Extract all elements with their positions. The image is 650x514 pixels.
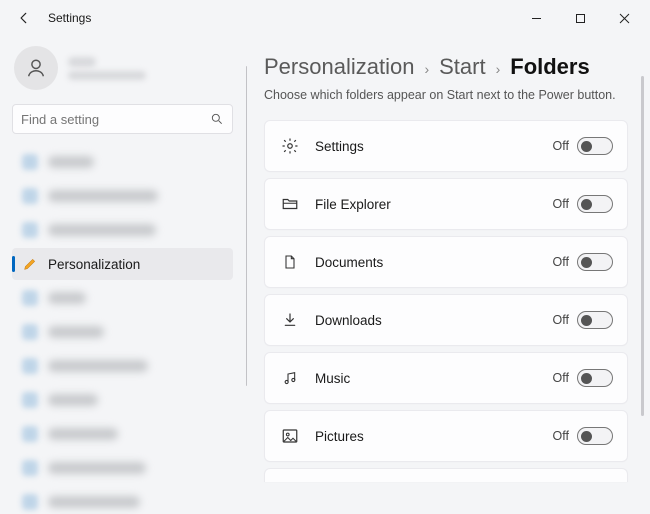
nav-item-redacted[interactable]: [12, 282, 233, 314]
profile-email-redacted: [68, 71, 146, 80]
download-icon: [279, 311, 301, 329]
nav-label: Personalization: [48, 257, 140, 272]
nav-item-redacted[interactable]: [12, 418, 233, 450]
nav-item-redacted[interactable]: [12, 486, 233, 514]
row-label: Pictures: [315, 429, 553, 444]
breadcrumb-start[interactable]: Start: [439, 54, 485, 80]
picture-icon: [279, 427, 301, 445]
row-state: Off: [553, 371, 569, 385]
row-label: Music: [315, 371, 553, 386]
search-icon: [210, 112, 224, 126]
profile-name-redacted: [68, 57, 96, 67]
row-label: File Explorer: [315, 197, 553, 212]
nav-item-redacted[interactable]: [12, 214, 233, 246]
maximize-icon: [575, 13, 586, 24]
paintbrush-icon: [22, 256, 38, 272]
row-file-explorer: File Explorer Off: [264, 178, 628, 230]
row-state: Off: [553, 197, 569, 211]
titlebar: Settings: [0, 0, 650, 36]
music-icon: [279, 369, 301, 387]
window-controls: [514, 3, 646, 33]
toggle-documents[interactable]: [577, 253, 613, 271]
nav-item-redacted[interactable]: [12, 452, 233, 484]
row-music: Music Off: [264, 352, 628, 404]
toggle-music[interactable]: [577, 369, 613, 387]
document-icon: [279, 253, 301, 271]
search-input[interactable]: [21, 112, 210, 127]
main-content: Personalization › Start › Folders Choose…: [245, 36, 650, 514]
breadcrumb-folders: Folders: [510, 54, 589, 80]
toggle-file-explorer[interactable]: [577, 195, 613, 213]
row-partial-next: [264, 468, 628, 482]
person-icon: [25, 57, 47, 79]
chevron-right-icon: ›: [424, 61, 429, 77]
maximize-button[interactable]: [558, 3, 602, 33]
sidebar: Personalization: [0, 36, 245, 514]
window-title: Settings: [48, 11, 91, 25]
page-description: Choose which folders appear on Start nex…: [264, 88, 628, 102]
toggle-downloads[interactable]: [577, 311, 613, 329]
arrow-left-icon: [17, 11, 31, 25]
row-downloads: Downloads Off: [264, 294, 628, 346]
nav-item-redacted[interactable]: [12, 146, 233, 178]
row-label: Downloads: [315, 313, 553, 328]
close-icon: [619, 13, 630, 24]
folder-icon: [279, 195, 301, 213]
back-button[interactable]: [10, 4, 38, 32]
row-label: Documents: [315, 255, 553, 270]
row-documents: Documents Off: [264, 236, 628, 288]
row-settings: Settings Off: [264, 120, 628, 172]
search-box[interactable]: [12, 104, 233, 134]
chevron-right-icon: ›: [496, 61, 501, 77]
nav-item-redacted[interactable]: [12, 180, 233, 212]
scroll-divider-left: [245, 66, 247, 386]
row-state: Off: [553, 429, 569, 443]
toggle-settings[interactable]: [577, 137, 613, 155]
nav-item-personalization[interactable]: Personalization: [12, 248, 233, 280]
row-state: Off: [553, 139, 569, 153]
scrollbar[interactable]: [641, 76, 644, 416]
row-state: Off: [553, 255, 569, 269]
minimize-icon: [531, 13, 542, 24]
breadcrumb-personalization[interactable]: Personalization: [264, 54, 414, 80]
avatar: [14, 46, 58, 90]
row-state: Off: [553, 313, 569, 327]
nav-list: Personalization: [12, 146, 233, 514]
breadcrumb: Personalization › Start › Folders: [264, 54, 628, 80]
minimize-button[interactable]: [514, 3, 558, 33]
nav-item-redacted[interactable]: [12, 384, 233, 416]
profile-text: [68, 57, 146, 80]
row-pictures: Pictures Off: [264, 410, 628, 462]
gear-icon: [279, 137, 301, 155]
nav-item-redacted[interactable]: [12, 316, 233, 348]
nav-item-redacted[interactable]: [12, 350, 233, 382]
close-button[interactable]: [602, 3, 646, 33]
toggle-pictures[interactable]: [577, 427, 613, 445]
row-label: Settings: [315, 139, 553, 154]
profile-region[interactable]: [14, 46, 233, 90]
